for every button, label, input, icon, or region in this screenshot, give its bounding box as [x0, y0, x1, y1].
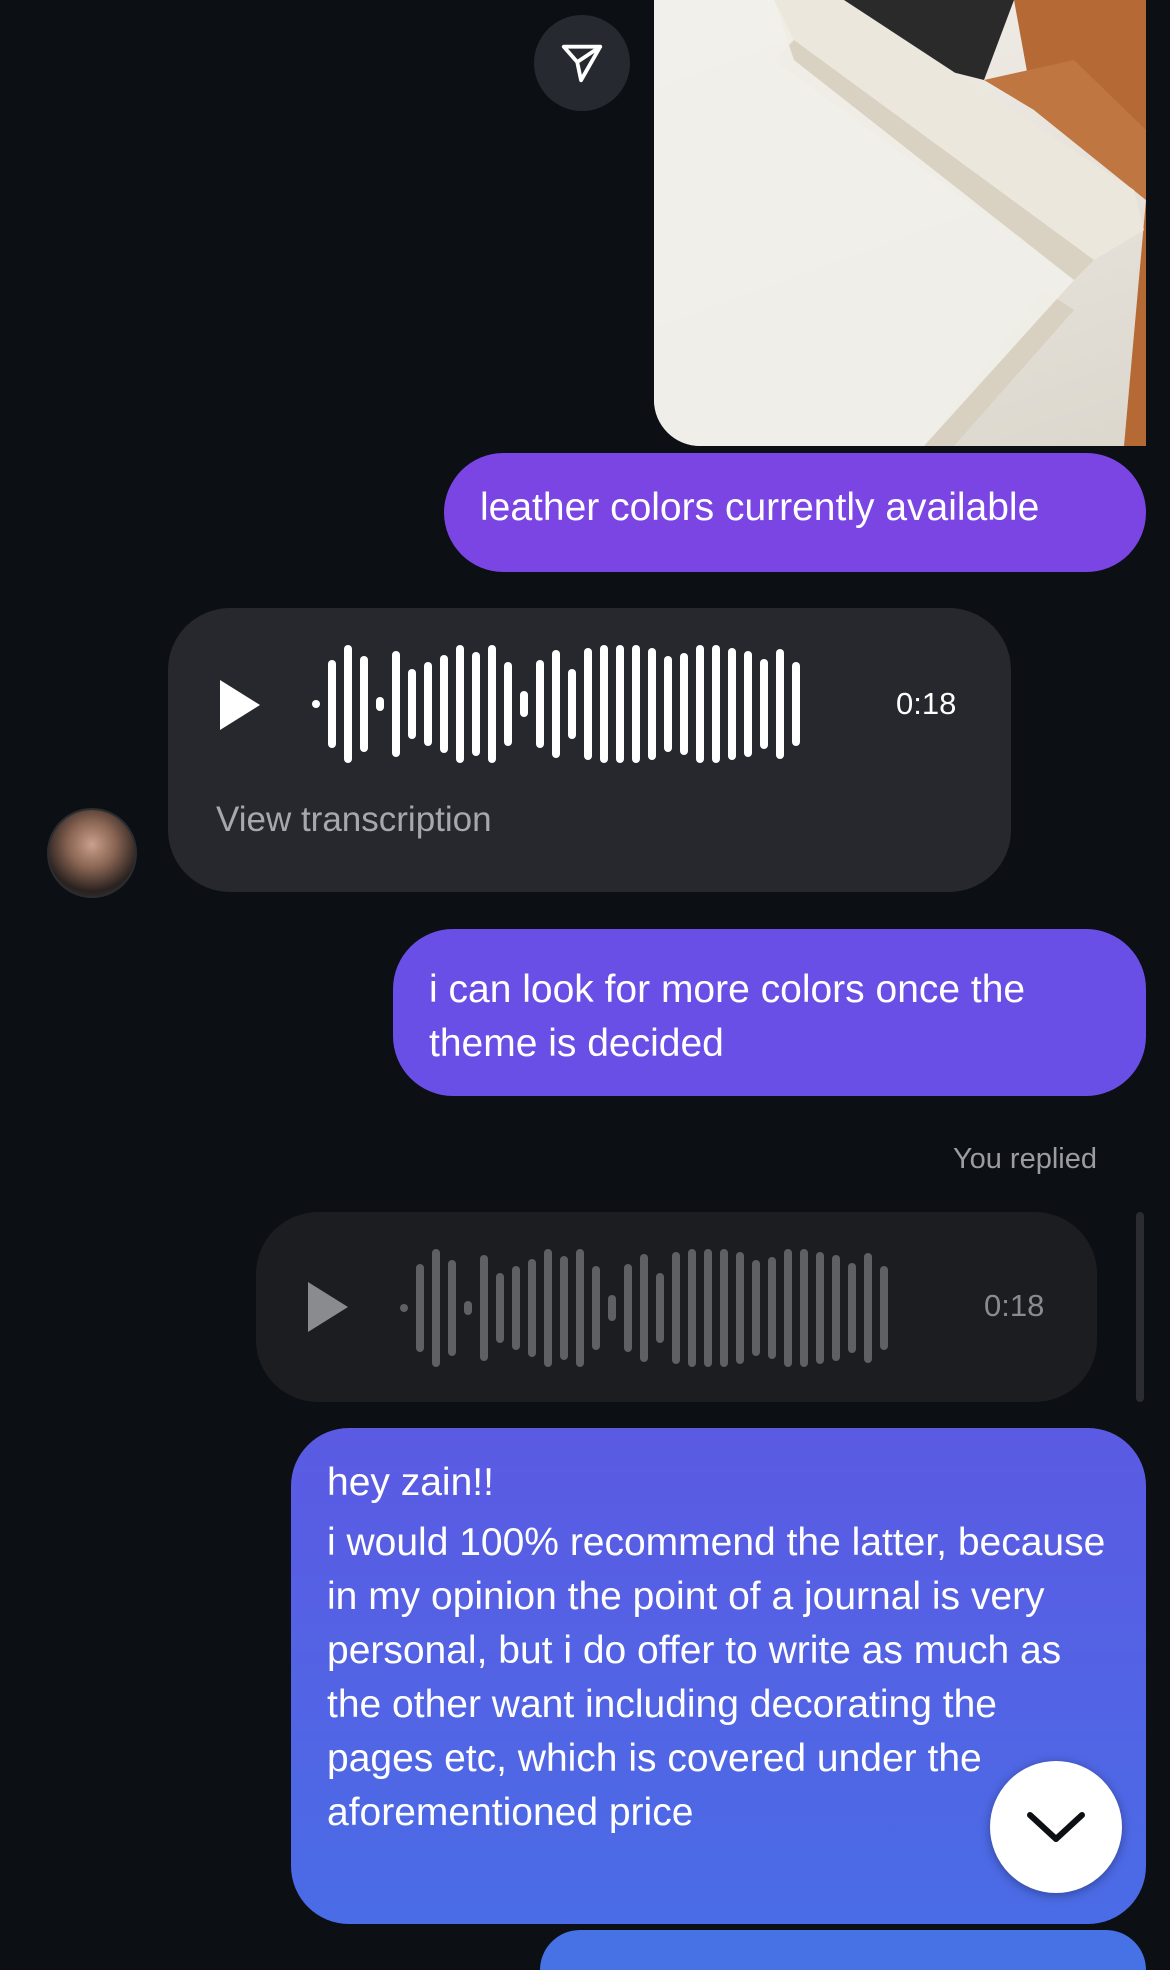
play-button[interactable] [308, 1282, 348, 1332]
waveform [400, 1246, 888, 1370]
reply-label: You replied [952, 1143, 1097, 1175]
message-text: i would 100% recommend the latter, becau… [327, 1521, 1106, 1834]
message-text: i can look for more colors once the them… [429, 968, 1026, 1065]
message-greeting: hey zain!! [327, 1461, 494, 1504]
leather-swatch-image [654, 0, 1146, 446]
share-button[interactable] [534, 15, 630, 111]
outgoing-message[interactable] [540, 1930, 1146, 1970]
voice-duration: 0:18 [984, 1288, 1045, 1323]
reply-indicator-bar [1136, 1212, 1144, 1402]
play-button[interactable] [220, 680, 260, 730]
chevron-down-icon [1027, 1812, 1085, 1842]
photo-message[interactable] [654, 0, 1146, 446]
send-icon [561, 44, 603, 83]
voice-message[interactable]: 0:18 [168, 608, 1011, 892]
waveform [312, 642, 800, 766]
outgoing-message[interactable]: leather colors currently available [444, 453, 1146, 572]
scroll-to-bottom-button[interactable] [990, 1761, 1122, 1893]
avatar[interactable] [47, 808, 137, 898]
play-icon [220, 680, 260, 730]
play-icon [308, 1282, 348, 1332]
view-transcription-link[interactable]: View transcription [216, 800, 492, 840]
replied-voice-message[interactable]: 0:18 [256, 1212, 1097, 1402]
message-text: leather colors currently available [480, 486, 1040, 529]
outgoing-message[interactable]: i can look for more colors once the them… [393, 929, 1146, 1096]
voice-duration: 0:18 [896, 686, 957, 721]
